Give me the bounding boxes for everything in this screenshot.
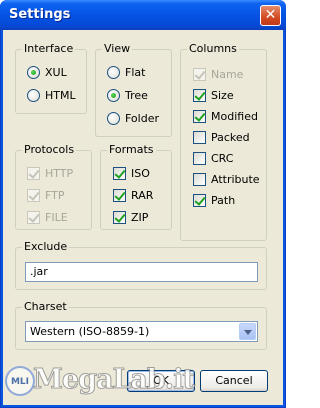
format-iso-indicator[interactable] bbox=[113, 166, 126, 180]
charset-group: Charset Western (ISO-8859-1) bbox=[15, 300, 267, 350]
radio-flat[interactable]: Flat bbox=[107, 64, 145, 80]
radio-tree-label: Tree bbox=[125, 88, 148, 102]
format-rar-checkbox[interactable]: RAR bbox=[113, 187, 153, 203]
charset-select[interactable]: Western (ISO-8859-1) bbox=[25, 321, 258, 342]
radio-folder[interactable]: Folder bbox=[107, 110, 159, 126]
radio-xul-indicator[interactable] bbox=[27, 65, 40, 79]
view-legend: View bbox=[102, 42, 133, 55]
watermark: MLI MegaLab.it bbox=[5, 362, 200, 402]
column-modified-indicator[interactable] bbox=[193, 109, 206, 123]
watermark-text: MegaLab.it bbox=[33, 364, 196, 396]
radio-xul-label: XUL bbox=[45, 65, 67, 79]
protocol-ftp-indicator bbox=[27, 188, 40, 202]
column-size-checkbox[interactable]: Size bbox=[193, 87, 234, 103]
chevron-down-icon[interactable] bbox=[239, 323, 256, 340]
protocol-ftp-checkbox: FTP bbox=[27, 187, 65, 203]
format-rar-label: RAR bbox=[131, 188, 154, 202]
column-name-indicator bbox=[193, 67, 206, 81]
format-zip-indicator[interactable] bbox=[113, 210, 126, 224]
column-modified-checkbox[interactable]: Modified bbox=[193, 108, 258, 124]
radio-html-label: HTML bbox=[45, 88, 76, 102]
column-name-checkbox: Name bbox=[193, 66, 243, 82]
column-packed-indicator[interactable] bbox=[193, 130, 206, 144]
column-size-label: Size bbox=[211, 88, 234, 102]
format-zip-label: ZIP bbox=[131, 210, 149, 224]
radio-tree-indicator[interactable] bbox=[107, 88, 120, 102]
radio-flat-label: Flat bbox=[125, 65, 146, 79]
radio-folder-indicator[interactable] bbox=[107, 111, 120, 125]
protocol-file-indicator bbox=[27, 210, 40, 224]
protocol-file-label: FILE bbox=[45, 210, 68, 224]
formats-legend: Formats bbox=[107, 143, 156, 156]
format-iso-checkbox[interactable]: ISO bbox=[113, 165, 150, 181]
interface-group: Interface XUL HTML bbox=[15, 42, 87, 114]
column-attribute-label: Attribute bbox=[211, 172, 260, 186]
protocol-http-indicator bbox=[27, 166, 40, 180]
protocol-ftp-label: FTP bbox=[45, 188, 65, 202]
radio-html-indicator[interactable] bbox=[27, 88, 40, 102]
window-title: Settings bbox=[9, 7, 71, 22]
title-bar[interactable]: Settings ✕ bbox=[0, 0, 286, 30]
close-button[interactable]: ✕ bbox=[260, 5, 281, 26]
charset-selected-value: Western (ISO-8859-1) bbox=[30, 325, 150, 338]
column-size-indicator[interactable] bbox=[193, 88, 206, 102]
column-crc-checkbox[interactable]: CRC bbox=[193, 150, 233, 166]
column-path-indicator[interactable] bbox=[193, 193, 206, 207]
format-iso-label: ISO bbox=[131, 166, 150, 180]
radio-tree[interactable]: Tree bbox=[107, 87, 148, 103]
protocol-file-checkbox: FILE bbox=[27, 209, 68, 225]
watermark-logo: MLI bbox=[5, 366, 35, 396]
column-path-checkbox[interactable]: Path bbox=[193, 192, 235, 208]
dialog-body: Interface XUL HTML View Flat Tree Folder… bbox=[3, 30, 283, 405]
exclude-input[interactable]: .jar bbox=[25, 262, 258, 282]
column-crc-indicator[interactable] bbox=[193, 151, 206, 165]
column-modified-label: Modified bbox=[211, 109, 258, 123]
format-zip-checkbox[interactable]: ZIP bbox=[113, 209, 148, 225]
format-rar-indicator[interactable] bbox=[113, 188, 126, 202]
formats-group: Formats ISO RAR ZIP bbox=[100, 143, 172, 230]
protocol-http-label: HTTP bbox=[45, 166, 74, 180]
column-name-label: Name bbox=[211, 67, 244, 81]
radio-flat-indicator[interactable] bbox=[107, 65, 120, 79]
column-attribute-checkbox[interactable]: Attribute bbox=[193, 171, 260, 187]
column-attribute-indicator[interactable] bbox=[193, 172, 206, 186]
column-packed-label: Packed bbox=[211, 130, 250, 144]
columns-legend: Columns bbox=[187, 42, 239, 55]
column-crc-label: CRC bbox=[211, 151, 234, 165]
settings-dialog: Settings ✕ Interface XUL HTML View Flat bbox=[0, 0, 286, 408]
column-packed-checkbox[interactable]: Packed bbox=[193, 129, 250, 145]
radio-folder-label: Folder bbox=[125, 111, 159, 125]
cancel-button[interactable]: Cancel bbox=[200, 370, 268, 392]
exclude-legend: Exclude bbox=[22, 240, 70, 253]
interface-legend: Interface bbox=[22, 42, 76, 55]
protocol-http-checkbox: HTTP bbox=[27, 165, 73, 181]
protocols-group: Protocols HTTP FTP FILE bbox=[15, 143, 92, 230]
columns-group: Columns Name Size Modified Packed CRC At… bbox=[180, 42, 267, 241]
column-path-label: Path bbox=[211, 193, 236, 207]
protocols-legend: Protocols bbox=[22, 143, 77, 156]
exclude-group: Exclude .jar bbox=[15, 240, 267, 290]
radio-html[interactable]: HTML bbox=[27, 87, 76, 103]
view-group: View Flat Tree Folder bbox=[95, 42, 172, 137]
radio-xul[interactable]: XUL bbox=[27, 64, 67, 80]
charset-legend: Charset bbox=[22, 300, 69, 313]
